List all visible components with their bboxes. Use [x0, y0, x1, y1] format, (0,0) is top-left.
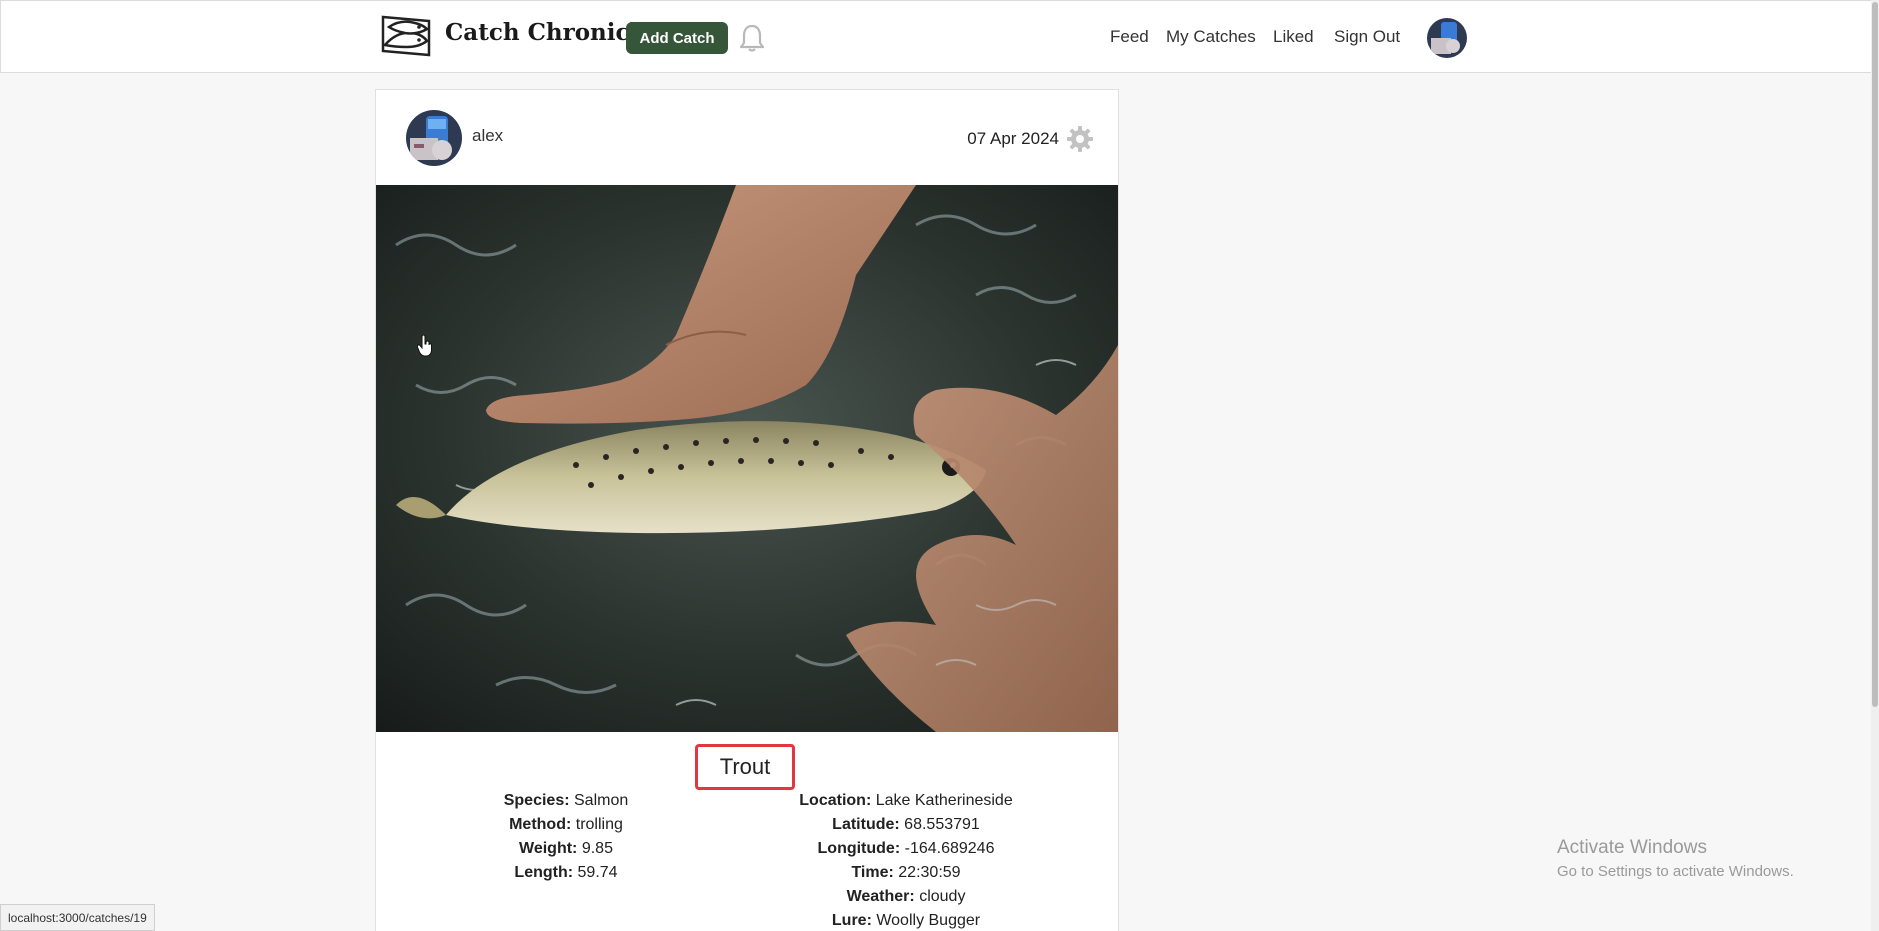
nav-link-liked[interactable]: Liked [1273, 27, 1314, 47]
add-catch-button[interactable]: Add Catch [626, 22, 728, 54]
page-scrollbar[interactable] [1871, 0, 1879, 931]
nav-link-sign-out[interactable]: Sign Out [1334, 27, 1400, 47]
detail-weather: Weather: cloudy [846, 888, 966, 905]
detail-time: Time: 22:30:59 [851, 864, 961, 881]
post-date: 07 Apr 2024 [967, 129, 1059, 148]
detail-length: Length: 59.74 [514, 864, 618, 881]
detail-lure: Lure: Woolly Bugger [831, 912, 981, 929]
detail-weight: Weight: 9.85 [519, 840, 613, 857]
user-avatar[interactable] [1427, 18, 1467, 58]
catch-photo[interactable] [376, 185, 1118, 732]
detail-location: Location: Lake Katherineside [799, 792, 1013, 809]
detail-latitude: Latitude: 68.553791 [832, 816, 980, 833]
detail-method: Method: trolling [509, 816, 623, 833]
detail-longitude: Longitude: -164.689246 [817, 840, 995, 857]
activate-windows-subtitle: Go to Settings to activate Windows. [1557, 863, 1794, 880]
hand-cursor-icon [417, 335, 432, 357]
catch-card: alex 07 Apr 2024 Trout Species: Salmon M… [375, 89, 1119, 931]
nav-link-feed[interactable]: Feed [1110, 27, 1149, 47]
bell-icon[interactable] [738, 23, 766, 53]
scrollbar-thumb[interactable] [1872, 2, 1878, 707]
activate-windows-title: Activate Windows [1557, 837, 1707, 858]
post-author-avatar[interactable] [406, 110, 462, 166]
post-username[interactable]: alex [472, 126, 503, 146]
nav-link-my-catches[interactable]: My Catches [1166, 27, 1256, 47]
top-navbar: Catch Chronicle Add Catch Feed My Catche… [0, 0, 1875, 73]
fish-logo-icon[interactable] [379, 11, 433, 61]
catch-title: Trout [695, 744, 795, 790]
gear-icon[interactable] [1066, 125, 1094, 153]
status-bar-url: localhost:3000/catches/19 [0, 904, 155, 931]
brand-name[interactable]: Catch Chronicle [445, 19, 653, 46]
detail-species: Species: Salmon [503, 792, 629, 809]
